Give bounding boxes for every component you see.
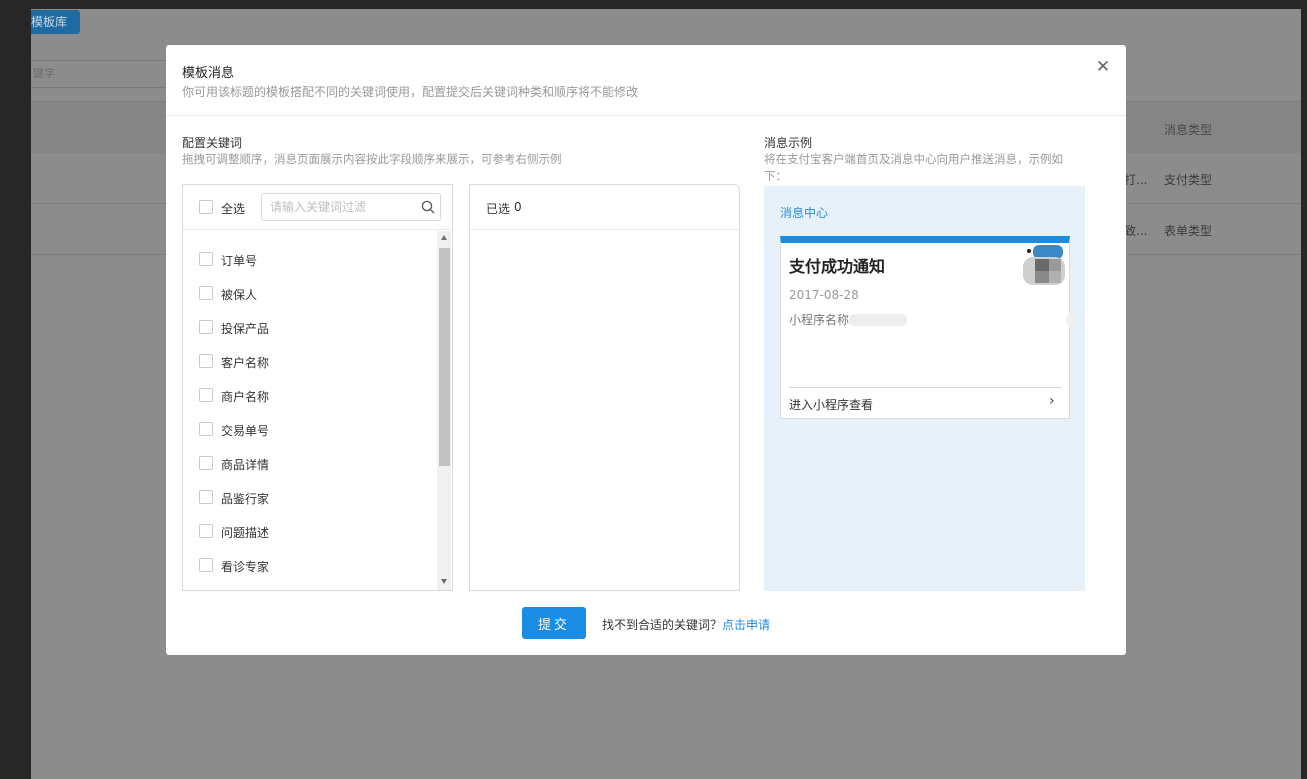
keyword-label: 品鉴行家 xyxy=(221,492,270,506)
keyword-checkbox[interactable] xyxy=(199,320,213,334)
close-icon[interactable]: ✕ xyxy=(1095,59,1111,76)
keyword-item[interactable]: 商户名称 xyxy=(183,379,433,413)
keyword-filter-input[interactable] xyxy=(261,193,441,221)
keyword-item[interactable]: 问题描述 xyxy=(183,515,433,549)
keyword-item[interactable]: 交易单号 xyxy=(183,413,433,447)
keyword-checkbox[interactable] xyxy=(199,524,213,538)
keyword-checkbox[interactable] xyxy=(199,422,213,436)
keyword-label: 客户名称 xyxy=(221,356,270,370)
select-all-checkbox[interactable] xyxy=(199,200,213,214)
scrollbar-thumb[interactable] xyxy=(439,248,450,466)
keyword-checkbox[interactable] xyxy=(199,354,213,368)
keywords-section-desc: 拖拽可调整顺序，消息页面展示内容按此字段顺序来展示，可参考右侧示例 xyxy=(182,152,562,166)
keyword-checkbox[interactable] xyxy=(199,388,213,402)
modal-header: 模板消息 你可用该标题的模板搭配不同的关键词使用，配置提交后关键词种类和顺序将不… xyxy=(166,45,1126,116)
message-card-divider xyxy=(789,387,1061,388)
search-icon[interactable] xyxy=(421,200,435,214)
keyword-label: 商户名称 xyxy=(221,390,270,404)
keyword-item[interactable]: 品鉴行家 xyxy=(183,481,433,515)
keywords-selected-panel[interactable]: 已选 0 xyxy=(469,184,740,591)
row-desc: 打... xyxy=(1124,173,1148,187)
avatar xyxy=(1023,245,1065,285)
keyword-label: 问题描述 xyxy=(221,526,270,540)
row-type: 支付类型 xyxy=(1164,173,1213,187)
right-dark-bar xyxy=(1301,9,1307,779)
keyword-checkbox[interactable] xyxy=(199,490,213,504)
selected-panel-header: 已选 0 xyxy=(470,185,739,230)
modal-subtitle: 你可用该标题的模板搭配不同的关键词使用，配置提交后关键词种类和顺序将不能修改 xyxy=(182,85,639,99)
row-type: 表单类型 xyxy=(1164,224,1213,238)
background-search-input: 键字 xyxy=(31,60,181,88)
keyword-label: 订单号 xyxy=(221,254,258,268)
keyword-item[interactable]: 被保人 xyxy=(183,277,433,311)
example-section-desc: 将在支付宝客户端首页及消息中心向用户推送消息，示例如下： xyxy=(764,152,1063,183)
template-library-button: 模板库 xyxy=(31,10,80,34)
keyword-label: 被保人 xyxy=(221,288,258,302)
enter-mini-program-link: 进入小程序查看 xyxy=(789,398,874,412)
keyword-item[interactable]: 商品详情 xyxy=(183,447,433,481)
submit-button[interactable]: 提交 xyxy=(522,607,586,639)
row-desc: 致... xyxy=(1124,224,1148,238)
keyword-checkbox[interactable] xyxy=(199,558,213,572)
keyword-item[interactable]: 订单号 xyxy=(183,243,433,277)
keyword-checkbox[interactable] xyxy=(199,252,213,266)
keyword-item[interactable]: 投保产品 xyxy=(183,311,433,345)
keyword-item[interactable]: 客户名称 xyxy=(183,345,433,379)
scroll-down-arrow-icon[interactable] xyxy=(441,579,447,584)
help-question: 找不到合适的关键词？ xyxy=(602,618,723,632)
keyword-checkbox[interactable] xyxy=(199,286,213,300)
blurred-app-name xyxy=(849,314,907,326)
keywords-source-panel: 全选 订单号 被保人 投保产品 客户名称 商户名称 xyxy=(182,184,453,591)
select-all-label: 全选 xyxy=(221,202,246,216)
message-preview: 消息中心 支付成功通知 2017-08-28 小程序名称 进入小程序查看 › xyxy=(764,186,1085,591)
help-text: 找不到合适的关键词？点击申请 xyxy=(602,616,770,633)
keyword-list-scrollbar[interactable] xyxy=(437,231,451,590)
keyword-label: 投保产品 xyxy=(221,322,270,336)
keyword-label: 看诊专家 xyxy=(221,560,270,574)
apply-link[interactable]: 点击申请 xyxy=(722,618,770,632)
chevron-right-icon: › xyxy=(1049,393,1055,409)
selected-label: 已选 xyxy=(486,202,511,216)
top-dark-bar xyxy=(0,0,1307,9)
left-dark-bar xyxy=(0,9,31,779)
selected-count: 0 xyxy=(514,200,522,214)
keyword-label: 商品详情 xyxy=(221,458,270,472)
header-message-type: 消息类型 xyxy=(1164,123,1213,137)
keyword-item[interactable]: 看诊专家 xyxy=(183,549,433,583)
message-center-label: 消息中心 xyxy=(780,206,829,220)
blurred-mark xyxy=(1066,313,1078,327)
keyword-label: 交易单号 xyxy=(221,424,270,438)
message-card: 支付成功通知 2017-08-28 小程序名称 进入小程序查看 › xyxy=(780,236,1078,419)
modal-title: 模板消息 xyxy=(182,66,235,81)
scroll-up-arrow-icon[interactable] xyxy=(441,235,447,240)
message-card-date: 2017-08-28 xyxy=(789,288,859,302)
source-panel-header: 全选 xyxy=(183,185,452,230)
example-section-title: 消息示例 xyxy=(764,136,813,150)
message-card-app-label: 小程序名称 xyxy=(789,313,850,327)
keywords-section-title: 配置关键词 xyxy=(182,136,243,150)
keyword-checkbox[interactable] xyxy=(199,456,213,470)
template-message-modal: 模板消息 你可用该标题的模板搭配不同的关键词使用，配置提交后关键词种类和顺序将不… xyxy=(166,45,1126,655)
message-card-title: 支付成功通知 xyxy=(789,257,886,276)
